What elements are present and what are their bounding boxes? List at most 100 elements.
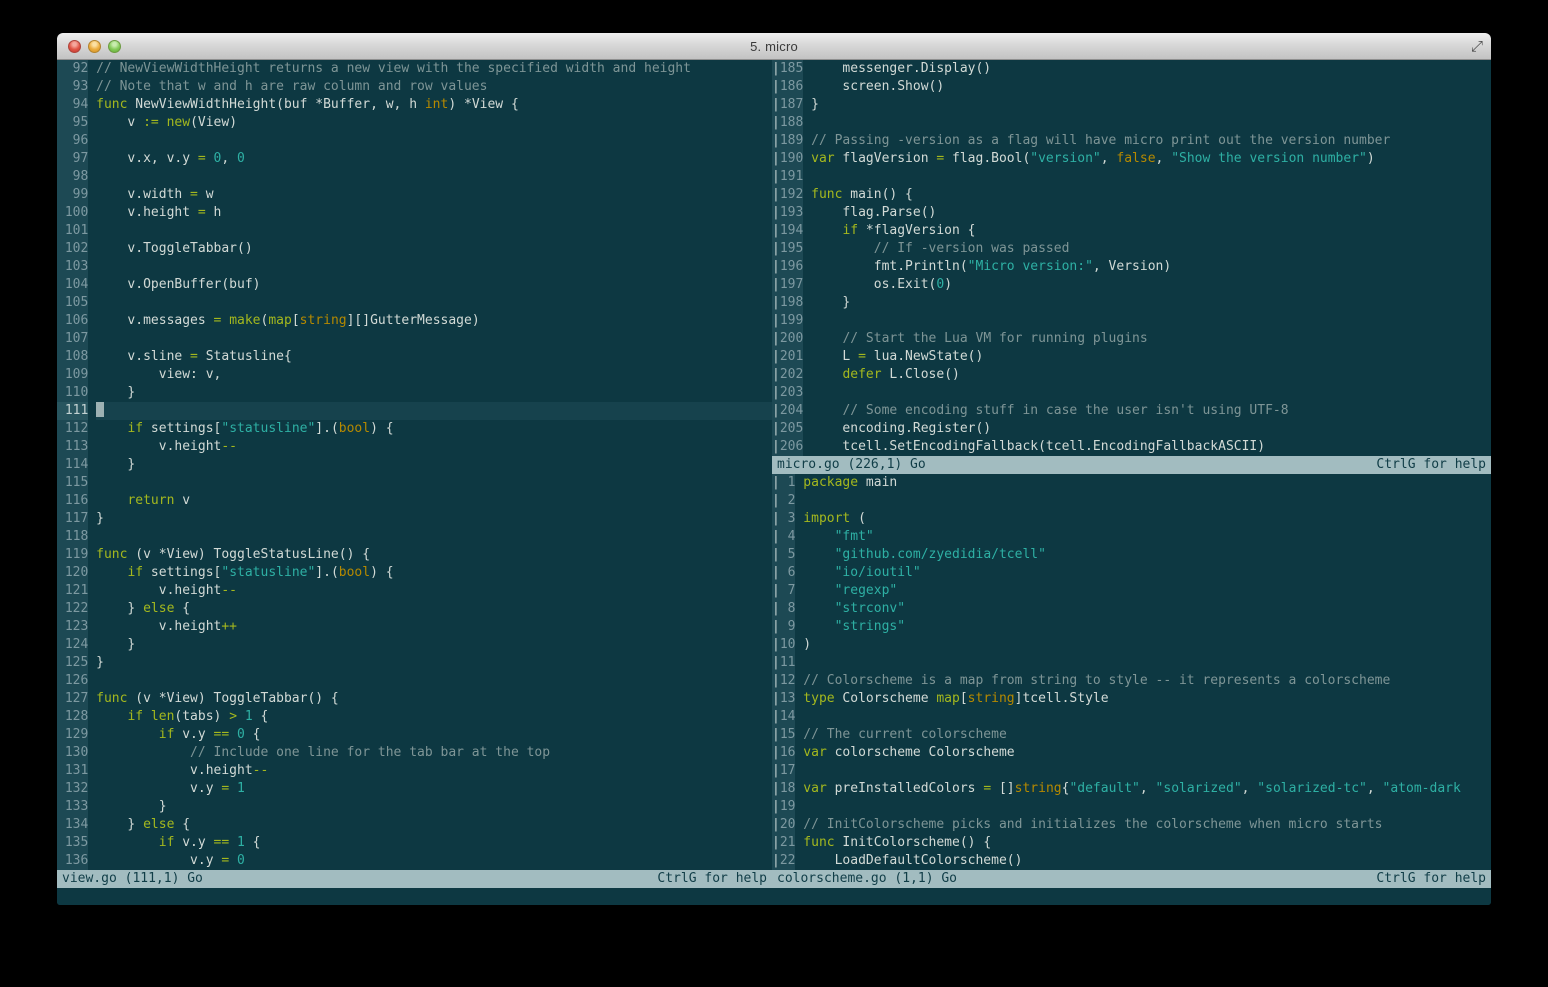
code-line[interactable]: | 199: [772, 312, 1491, 330]
code-line[interactable]: | 22 LoadDefaultColorscheme(): [772, 852, 1491, 870]
code-line[interactable]: 99 v.width = w: [57, 186, 772, 204]
code-line[interactable]: 129 if v.y == 0 {: [57, 726, 772, 744]
code-line[interactable]: | 203: [772, 384, 1491, 402]
code-line[interactable]: 106 v.messages = make(map[string][]Gutte…: [57, 312, 772, 330]
code-line[interactable]: | 196 fmt.Println("Micro version:", Versi…: [772, 258, 1491, 276]
code-line[interactable]: 107: [57, 330, 772, 348]
code-line[interactable]: 125 }: [57, 654, 772, 672]
code-line[interactable]: 101: [57, 222, 772, 240]
code-line[interactable]: | 21 func InitColorscheme() {: [772, 834, 1491, 852]
code-line[interactable]: 105: [57, 294, 772, 312]
code-line[interactable]: | 202 defer L.Close(): [772, 366, 1491, 384]
code-line[interactable]: 122 } else {: [57, 600, 772, 618]
minimize-button[interactable]: [88, 39, 101, 53]
code-line[interactable]: 127 func (v *View) ToggleTabbar() {: [57, 690, 772, 708]
code-line[interactable]: 117 }: [57, 510, 772, 528]
code-line[interactable]: 128 if len(tabs) > 1 {: [57, 708, 772, 726]
code-line[interactable]: 108 v.sline = Statusline{: [57, 348, 772, 366]
code-line[interactable]: 112 if settings["statusline"].(bool) {: [57, 420, 772, 438]
code-line[interactable]: | 9 "strings": [772, 618, 1491, 636]
code-line[interactable]: 109 view: v,: [57, 366, 772, 384]
code-line[interactable]: | 14: [772, 708, 1491, 726]
code-line[interactable]: 115: [57, 474, 772, 492]
code-line[interactable]: 135 if v.y == 1 {: [57, 834, 772, 852]
zoom-button[interactable]: [108, 39, 121, 53]
code-line[interactable]: 113 v.height--: [57, 438, 772, 456]
code-line[interactable]: 95 v := new(View): [57, 114, 772, 132]
code-line[interactable]: | 194 if *flagVersion {: [772, 222, 1491, 240]
code-area-view-go[interactable]: 92 // NewViewWidthHeight returns a new v…: [57, 60, 772, 870]
code-line[interactable]: | 187 }: [772, 96, 1491, 114]
close-button[interactable]: [68, 39, 81, 53]
code-line[interactable]: | 3 import (: [772, 510, 1491, 528]
code-line[interactable]: | 15 // The current colorscheme: [772, 726, 1491, 744]
code-line[interactable]: | 198 }: [772, 294, 1491, 312]
code-line[interactable]: 114 }: [57, 456, 772, 474]
code-line[interactable]: | 2: [772, 492, 1491, 510]
code-line[interactable]: 118: [57, 528, 772, 546]
code-line[interactable]: 111: [57, 402, 772, 420]
code-line[interactable]: | 189 // Passing -version as a flag will …: [772, 132, 1491, 150]
code-line[interactable]: 110 }: [57, 384, 772, 402]
code-line[interactable]: | 5 "github.com/zyedidia/tcell": [772, 546, 1491, 564]
code-line[interactable]: | 17: [772, 762, 1491, 780]
code-line[interactable]: 94 func NewViewWidthHeight(buf *Buffer, …: [57, 96, 772, 114]
code-line[interactable]: 132 v.y = 1: [57, 780, 772, 798]
code-line[interactable]: | 16 var colorscheme Colorscheme: [772, 744, 1491, 762]
code-line[interactable]: 131 v.height--: [57, 762, 772, 780]
code-line[interactable]: 103: [57, 258, 772, 276]
code-line[interactable]: 124 }: [57, 636, 772, 654]
code-line[interactable]: | 13 type Colorscheme map[string]tcell.St…: [772, 690, 1491, 708]
code-line[interactable]: | 4 "fmt": [772, 528, 1491, 546]
code-line[interactable]: | 10 ): [772, 636, 1491, 654]
code-line[interactable]: | 200 // Start the Lua VM for running plu…: [772, 330, 1491, 348]
code-line[interactable]: 102 v.ToggleTabbar(): [57, 240, 772, 258]
line-number: 114: [57, 456, 89, 474]
code-line[interactable]: 119 func (v *View) ToggleStatusLine() {: [57, 546, 772, 564]
code-line[interactable]: | 188: [772, 114, 1491, 132]
code-line[interactable]: | 20 // InitColorscheme picks and initial…: [772, 816, 1491, 834]
code-line[interactable]: 130 // Include one line for the tab bar …: [57, 744, 772, 762]
code-area-micro-go[interactable]: | 185 messenger.Display() | 186 screen.Show…: [772, 60, 1491, 456]
code-area-colorscheme-go[interactable]: | 1 package main | 2 | 3 import (| 4 "fmt…: [772, 474, 1491, 870]
code-line[interactable]: | 192 func main() {: [772, 186, 1491, 204]
code-line[interactable]: 116 return v: [57, 492, 772, 510]
code-line[interactable]: 100 v.height = h: [57, 204, 772, 222]
code-line[interactable]: | 204 // Some encoding stuff in case the …: [772, 402, 1491, 420]
window-titlebar[interactable]: 5. micro ⤢: [57, 33, 1491, 60]
code-line[interactable]: | 7 "regexp": [772, 582, 1491, 600]
code-line[interactable]: | 205 encoding.Register(): [772, 420, 1491, 438]
code-line[interactable]: | 6 "io/ioutil": [772, 564, 1491, 582]
code-line[interactable]: | 201 L = lua.NewState(): [772, 348, 1491, 366]
code-line[interactable]: | 190 var flagVersion = flag.Bool("versio…: [772, 150, 1491, 168]
code-line[interactable]: 97 v.x, v.y = 0, 0: [57, 150, 772, 168]
code-line[interactable]: 92 // NewViewWidthHeight returns a new v…: [57, 60, 772, 78]
code-line[interactable]: | 193 flag.Parse(): [772, 204, 1491, 222]
code-line[interactable]: 126: [57, 672, 772, 690]
code-line[interactable]: | 195 // If -version was passed: [772, 240, 1491, 258]
code-line[interactable]: 121 v.height--: [57, 582, 772, 600]
code-line[interactable]: 93 // Note that w and h are raw column a…: [57, 78, 772, 96]
code-line[interactable]: | 11: [772, 654, 1491, 672]
code-line[interactable]: 98: [57, 168, 772, 186]
code-line[interactable]: | 206 tcell.SetEncodingFallback(tcell.Enc…: [772, 438, 1491, 456]
code-line[interactable]: | 1 package main: [772, 474, 1491, 492]
code-line[interactable]: 134 } else {: [57, 816, 772, 834]
code-line[interactable]: 104 v.OpenBuffer(buf): [57, 276, 772, 294]
code-line[interactable]: 120 if settings["statusline"].(bool) {: [57, 564, 772, 582]
code-line[interactable]: | 185 messenger.Display(): [772, 60, 1491, 78]
code-line[interactable]: 96: [57, 132, 772, 150]
code-line[interactable]: 123 v.height++: [57, 618, 772, 636]
code-line[interactable]: | 12 // Colorscheme is a map from string …: [772, 672, 1491, 690]
code-line[interactable]: | 18 var preInstalledColors = []string{"d…: [772, 780, 1491, 798]
code-line[interactable]: 136 v.y = 0: [57, 852, 772, 870]
gutter: 92: [57, 60, 96, 78]
code-line[interactable]: | 186 screen.Show(): [772, 78, 1491, 96]
code-line[interactable]: | 19: [772, 798, 1491, 816]
gutter: | 16: [772, 744, 803, 762]
code-line[interactable]: | 8 "strconv": [772, 600, 1491, 618]
resize-icon[interactable]: ⤢: [1471, 37, 1483, 55]
code-line[interactable]: 133 }: [57, 798, 772, 816]
code-line[interactable]: | 197 os.Exit(0): [772, 276, 1491, 294]
code-line[interactable]: | 191: [772, 168, 1491, 186]
